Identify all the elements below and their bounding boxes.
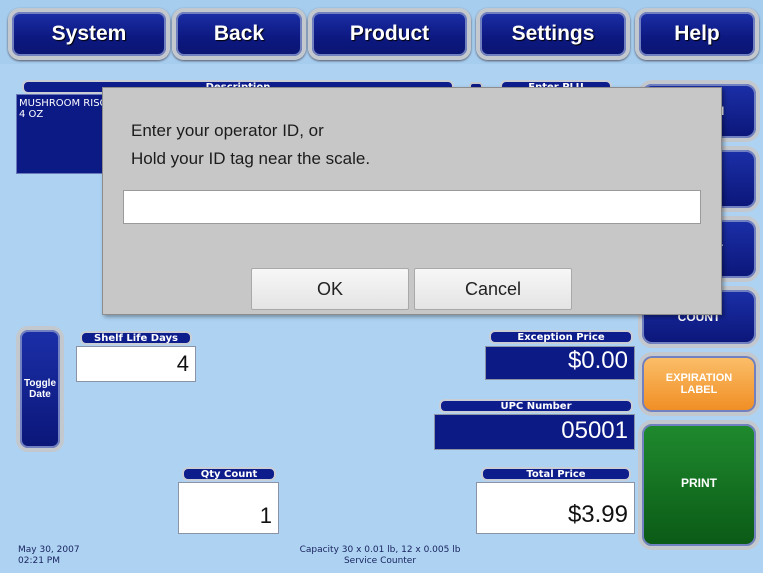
exception-price-field[interactable]: $0.00: [485, 346, 635, 380]
qty-field[interactable]: 1: [178, 482, 279, 534]
total-price-field[interactable]: $3.99: [476, 482, 635, 534]
qty-tab: Qty Count: [182, 467, 276, 481]
system-button[interactable]: System: [8, 8, 170, 60]
ok-button[interactable]: OK: [251, 268, 409, 310]
footer-department: Service Counter: [343, 556, 417, 566]
dialog-prompt-line2: Hold your ID tag near the scale.: [131, 149, 371, 168]
toggle-date-label-line2: Date: [29, 389, 51, 400]
expiration-label-button[interactable]: EXPIRATION LABEL: [638, 352, 760, 416]
settings-button[interactable]: Settings: [476, 8, 630, 60]
shelf-life-field[interactable]: 4: [76, 346, 196, 382]
dialog-prompt-line1: Enter your operator ID, or: [131, 121, 324, 140]
upc-field[interactable]: 05001: [434, 414, 635, 450]
help-button[interactable]: Help: [635, 8, 759, 60]
footer-time: 02:21 PM: [18, 556, 60, 566]
toggle-date-button[interactable]: Toggle Date: [16, 326, 64, 452]
upc-tab: UPC Number: [439, 399, 633, 413]
operator-id-input[interactable]: [123, 190, 701, 224]
footer-date: May 30, 2007: [18, 545, 80, 555]
print-button[interactable]: PRINT: [638, 420, 760, 550]
shelf-life-tab: Shelf Life Days: [80, 331, 192, 345]
total-price-tab: Total Price: [481, 467, 631, 481]
toggle-date-label-line1: Toggle: [23, 378, 57, 389]
product-button[interactable]: Product: [308, 8, 471, 60]
operator-id-dialog: Enter your operator ID, or Hold your ID …: [102, 87, 722, 315]
footer-capacity: Capacity 30 x 0.01 lb, 12 x 0.005 lb: [299, 545, 461, 555]
cancel-button[interactable]: Cancel: [414, 268, 572, 310]
back-button[interactable]: Back: [172, 8, 306, 60]
top-menu-bar: System Back Product Settings Help: [0, 0, 763, 64]
exception-price-tab: Exception Price: [489, 330, 633, 344]
